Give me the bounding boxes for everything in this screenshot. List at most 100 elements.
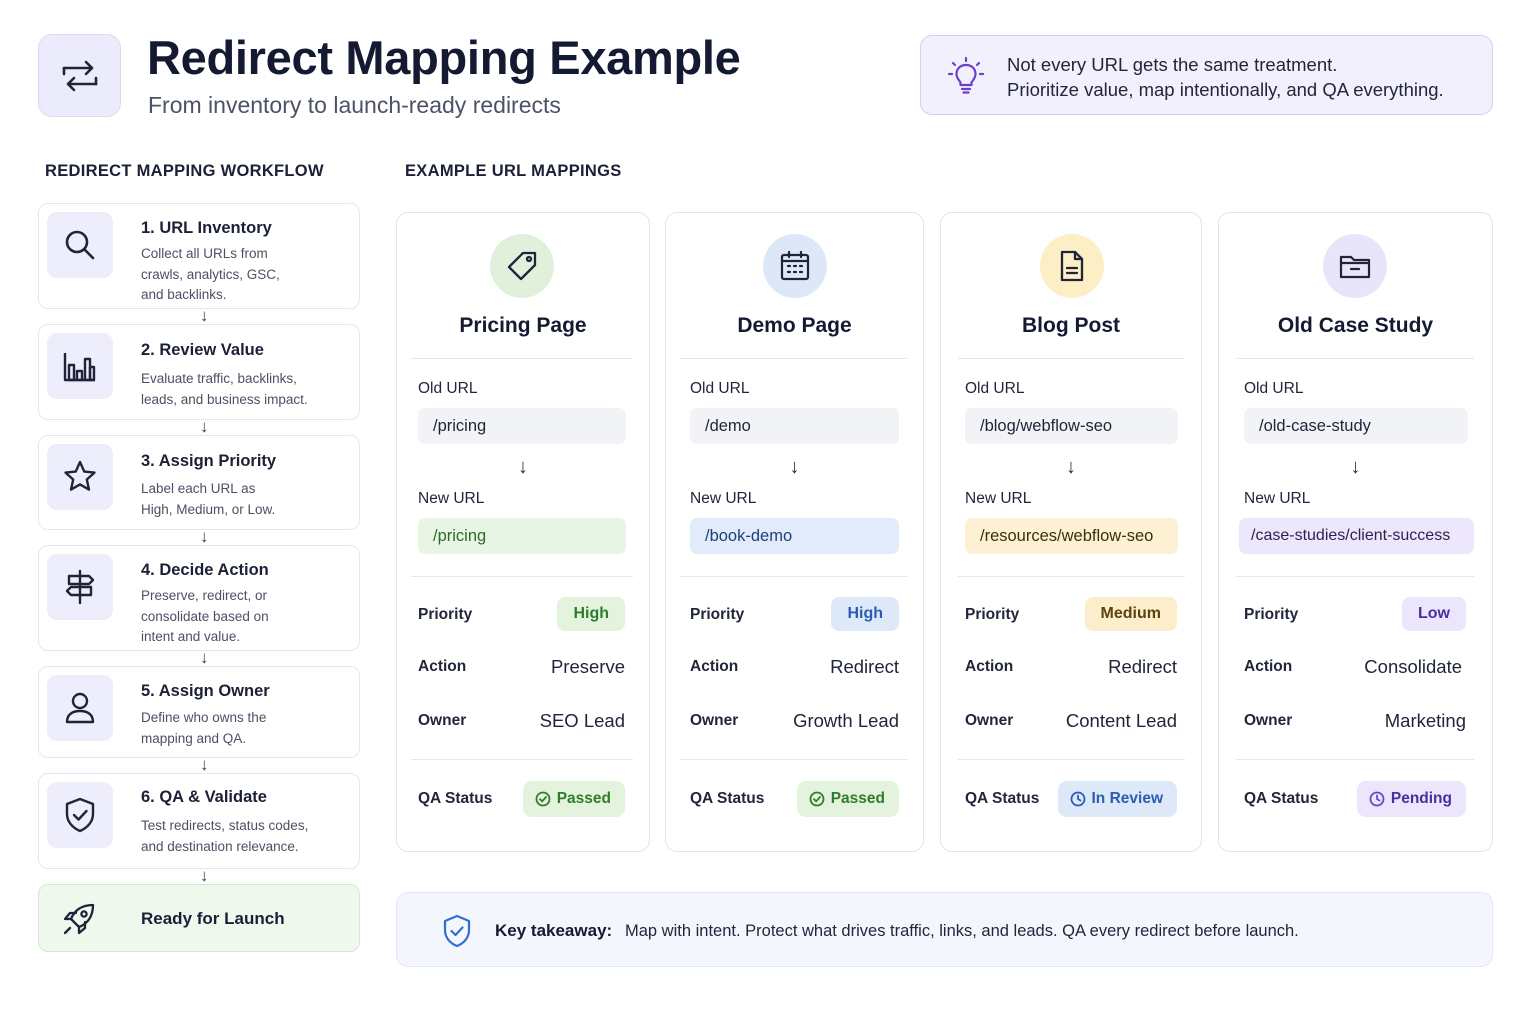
qa-status-badge: Passed — [796, 781, 899, 817]
workflow-step-qa-validate: 6. QA & Validate Test redirects, status … — [38, 773, 360, 869]
step-desc-line: Preserve, redirect, or — [141, 588, 268, 603]
step-desc-line: crawls, analytics, GSC, — [141, 266, 280, 282]
rocket-icon — [63, 903, 95, 935]
old-url-label: Old URL — [690, 380, 750, 397]
old-url-label: Old URL — [965, 380, 1025, 397]
workflow-heading: REDIRECT MAPPING WORKFLOW — [45, 162, 324, 180]
step-desc-line: consolidate based on — [141, 608, 269, 624]
step-desc-line: and backlinks. — [141, 287, 227, 302]
action-value: Redirect — [830, 656, 899, 677]
owner-label: Owner — [965, 712, 1014, 729]
mapping-arrow: ↓ — [1066, 456, 1076, 478]
bar-chart-icon — [63, 353, 96, 382]
old-url-label: Old URL — [418, 380, 478, 397]
flow-arrow: ↓ — [200, 527, 209, 546]
flow-arrow: ↓ — [200, 306, 209, 325]
step-title: 1. URL Inventory — [141, 219, 272, 237]
owner-value: Growth Lead — [793, 710, 899, 731]
swap-arrows-icon — [62, 60, 97, 91]
old-url-label: Old URL — [1244, 380, 1304, 397]
step-title: 2. Review Value — [141, 341, 264, 359]
card-title: Demo Page — [737, 314, 852, 337]
clock-icon — [1070, 791, 1085, 807]
old-url-value: /old-case-study — [1244, 408, 1468, 444]
user-icon — [65, 692, 95, 724]
qa-status-text: Passed — [556, 790, 611, 807]
step-desc-line: Test redirects, status codes, — [141, 818, 309, 833]
page-title: Redirect Mapping Example — [147, 31, 741, 84]
check-circle-icon — [535, 791, 551, 807]
new-url-value: /resources/webflow-seo — [965, 518, 1178, 554]
step-desc-line: Label each URL as — [141, 481, 256, 496]
step-title: 4. Decide Action — [141, 561, 269, 579]
launch-label: Ready for Launch — [141, 909, 285, 928]
star-icon — [64, 460, 96, 491]
priority-badge: Low — [1402, 597, 1466, 631]
qa-status-label: QA Status — [1244, 790, 1319, 807]
tip-callout: Not every URL gets the same treatment. P… — [920, 35, 1493, 115]
step-title: 3. Assign Priority — [141, 452, 277, 470]
search-icon — [65, 230, 95, 260]
card-title: Pricing Page — [459, 314, 587, 337]
calendar-icon — [780, 250, 810, 281]
tag-icon — [507, 251, 537, 281]
old-url-value: /demo — [690, 408, 899, 444]
action-label: Action — [1244, 658, 1293, 675]
new-url-label: New URL — [1244, 490, 1311, 507]
owner-value: Content Lead — [1065, 710, 1177, 731]
priority-label: Priority — [1244, 606, 1299, 623]
new-url-label: New URL — [690, 490, 757, 507]
step-desc-line: Collect all URLs from — [141, 246, 268, 261]
qa-status-badge: Passed — [522, 781, 625, 817]
workflow-step-url-inventory: 1. URL Inventory Collect all URLs from c… — [38, 203, 360, 309]
shield-check-icon — [65, 797, 95, 833]
owner-label: Owner — [418, 712, 467, 729]
mapping-card-pricing: Pricing Page Old URL /pricing ↓ New URL … — [396, 212, 650, 852]
priority-label: Priority — [690, 606, 745, 623]
priority-label: Priority — [965, 606, 1020, 623]
owner-value: Marketing — [1384, 710, 1466, 731]
workflow-step-decide-action: 4. Decide Action Preserve, redirect, or … — [38, 545, 360, 651]
qa-status-label: QA Status — [965, 790, 1040, 807]
step-desc-line: Define who owns the — [141, 710, 267, 725]
priority-badge: High — [831, 597, 899, 631]
step-title: 5. Assign Owner — [141, 682, 270, 700]
step-desc-line: and destination relevance. — [141, 838, 299, 854]
mapping-card-case-study: Old Case Study Old URL /old-case-study ↓… — [1218, 212, 1493, 852]
step-title: 6. QA & Validate — [141, 788, 267, 806]
page-subtitle: From inventory to launch-ready redirects — [148, 92, 561, 118]
logo-tile — [38, 34, 121, 117]
action-value: Consolidate — [1364, 656, 1462, 677]
ready-for-launch: Ready for Launch — [38, 884, 360, 952]
lightbulb-icon — [947, 56, 985, 94]
flow-arrow: ↓ — [200, 755, 209, 774]
action-value: Redirect — [1108, 656, 1177, 677]
step-desc-line: Evaluate traffic, backlinks, — [141, 371, 297, 386]
qa-status-label: QA Status — [690, 790, 765, 807]
step-desc-line: leads, and business impact. — [141, 391, 308, 407]
workflow-step-assign-owner: 5. Assign Owner Define who owns the mapp… — [38, 666, 360, 758]
qa-status-badge: In Review — [1057, 781, 1177, 817]
qa-status-text: Pending — [1390, 790, 1452, 807]
step-desc-line: mapping and QA. — [141, 730, 247, 746]
shield-check-icon — [443, 914, 471, 948]
flow-arrow: ↓ — [200, 417, 209, 436]
new-url-label: New URL — [965, 490, 1032, 507]
tip-line-1: Not every URL gets the same treatment. — [1007, 54, 1338, 75]
key-takeaway-banner: Key takeaway: Map with intent. Protect w… — [396, 892, 1493, 967]
old-url-value: /blog/webflow-seo — [965, 408, 1178, 444]
card-title: Old Case Study — [1277, 314, 1434, 337]
mapping-card-blog: Blog Post Old URL /blog/webflow-seo ↓ Ne… — [940, 212, 1202, 852]
flow-arrow: ↓ — [200, 866, 209, 885]
qa-status-text: In Review — [1091, 790, 1164, 807]
mapping-card-demo: Demo Page Old URL /demo ↓ New URL /book-… — [665, 212, 924, 852]
new-url-value: /pricing — [418, 518, 626, 554]
takeaway-text: Map with intent. Protect what drives tra… — [625, 922, 1299, 940]
action-label: Action — [418, 658, 467, 675]
qa-status-badge: Pending — [1356, 781, 1466, 817]
clock-icon — [1369, 791, 1385, 807]
priority-badge: Medium — [1084, 597, 1177, 631]
mappings-heading: EXAMPLE URL MAPPINGS — [405, 162, 622, 180]
mapping-arrow: ↓ — [518, 456, 528, 478]
tip-line-2: Prioritize value, map intentionally, and… — [1007, 79, 1444, 100]
